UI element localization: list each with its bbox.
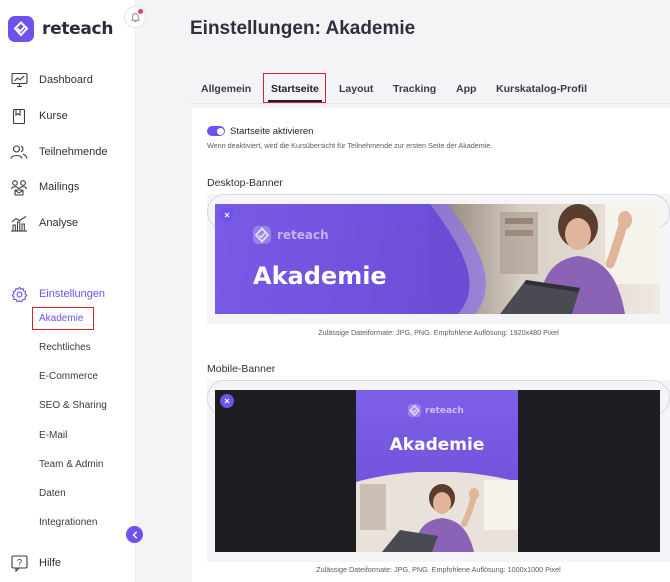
tab-kurskatalog-profil[interactable]: Kurskatalog-Profil bbox=[496, 83, 587, 95]
dashboard-icon bbox=[10, 71, 28, 89]
sidebar-item-label: Einstellungen bbox=[39, 288, 106, 300]
brand-name: reteach bbox=[42, 19, 114, 39]
app-logo[interactable]: reteach bbox=[8, 16, 113, 42]
sidebar-subitem-seo-sharing[interactable]: SEO & Sharing bbox=[39, 400, 107, 411]
mobile-banner-hint: Zulässige Dateiformate: JPG, PNG. Empfoh… bbox=[316, 565, 561, 574]
help-icon: ? bbox=[10, 554, 28, 572]
banner-brand-logo: reteach bbox=[408, 404, 464, 417]
page-title: Einstellungen: Akademie bbox=[190, 18, 416, 39]
sidebar-item-mailings[interactable]: Mailings bbox=[10, 176, 79, 198]
analytics-chart-icon bbox=[10, 214, 28, 232]
desktop-banner-title: Desktop-Banner bbox=[207, 177, 283, 189]
startseite-toggle[interactable] bbox=[207, 126, 225, 136]
sidebar-item-analyse[interactable]: Analyse bbox=[10, 212, 78, 234]
remove-mobile-banner-button[interactable] bbox=[220, 394, 234, 408]
mobile-banner-card: reteach Akademie bbox=[356, 390, 518, 552]
users-icon bbox=[10, 143, 28, 161]
sidebar-subitem-rechtliches[interactable]: Rechtliches bbox=[39, 342, 91, 353]
reteach-logo-icon bbox=[408, 404, 421, 417]
sidebar-item-label: Dashboard bbox=[39, 74, 93, 86]
gear-icon bbox=[10, 285, 28, 303]
sidebar-item-hilfe[interactable]: ? Hilfe bbox=[10, 552, 61, 574]
mailings-people-icon bbox=[10, 178, 28, 196]
banner-brand-name: reteach bbox=[425, 405, 464, 416]
remove-desktop-banner-button[interactable] bbox=[220, 208, 234, 222]
sidebar-subitem-e-commerce[interactable]: E-Commerce bbox=[39, 371, 98, 382]
sidebar-item-einstellungen[interactable]: Einstellungen bbox=[10, 283, 105, 305]
reteach-logo-icon bbox=[8, 16, 34, 42]
collapse-sidebar-button[interactable] bbox=[126, 526, 143, 543]
close-icon bbox=[224, 398, 230, 404]
sidebar-item-label: Analyse bbox=[39, 217, 79, 229]
sidebar-subitem-e-mail[interactable]: E-Mail bbox=[39, 430, 67, 441]
desktop-banner-hint: Zulässige Dateiformate: JPG, PNG. Empfoh… bbox=[318, 328, 559, 337]
sidebar-item-dashboard[interactable]: Dashboard bbox=[10, 69, 93, 91]
sidebar-subitem-team-admin[interactable]: Team & Admin bbox=[39, 459, 103, 470]
mobile-banner-title: Mobile-Banner bbox=[207, 363, 276, 375]
sidebar-subitem-daten[interactable]: Daten bbox=[39, 488, 66, 499]
svg-text:?: ? bbox=[16, 557, 21, 567]
sidebar-subitem-integrationen[interactable]: Integrationen bbox=[39, 517, 97, 528]
sidebar-subitem-akademie[interactable]: Akademie bbox=[39, 313, 83, 324]
banner-headline: Akademie bbox=[253, 262, 387, 290]
sidebar-item-label: Hilfe bbox=[39, 557, 62, 569]
tab-tracking[interactable]: Tracking bbox=[393, 83, 436, 95]
banner-photo-woman-laptop bbox=[356, 472, 518, 552]
sidebar-item-label: Kurse bbox=[39, 110, 68, 122]
tab-layout[interactable]: Layout bbox=[339, 83, 373, 95]
notifications-button[interactable] bbox=[124, 6, 146, 28]
toggle-knob bbox=[216, 127, 224, 135]
chevron-left-icon bbox=[132, 531, 137, 538]
startseite-toggle-label: Startseite aktivieren bbox=[230, 126, 314, 137]
banner-headline: Akademie bbox=[389, 435, 485, 455]
close-icon bbox=[224, 212, 230, 218]
tab-app[interactable]: App bbox=[456, 83, 476, 95]
sidebar-item-label: Mailings bbox=[39, 181, 80, 193]
startseite-highlight-box bbox=[263, 73, 326, 103]
course-book-icon bbox=[10, 107, 28, 125]
sidebar-item-kurse[interactable]: Kurse bbox=[10, 105, 68, 127]
reteach-logo-icon bbox=[253, 226, 271, 244]
banner-brand-logo: reteach bbox=[253, 226, 329, 244]
startseite-toggle-hint: Wenn deaktiviert, wird die Kursübersicht… bbox=[207, 141, 493, 150]
tab-allgemein[interactable]: Allgemein bbox=[201, 83, 251, 95]
mobile-banner-image: reteach Akademie bbox=[215, 390, 660, 552]
desktop-banner-image: reteach Akademie bbox=[215, 204, 660, 314]
banner-brand-name: reteach bbox=[277, 228, 329, 242]
banner-photo-woman-laptop bbox=[430, 204, 660, 314]
sidebar-item-label: Teilnehmende bbox=[39, 146, 108, 158]
sidebar-item-teilnehmende[interactable]: Teilnehmende bbox=[10, 141, 108, 163]
settings-tabs: Allgemein Startseite Layout Tracking App… bbox=[190, 72, 670, 104]
notification-badge bbox=[138, 9, 143, 14]
